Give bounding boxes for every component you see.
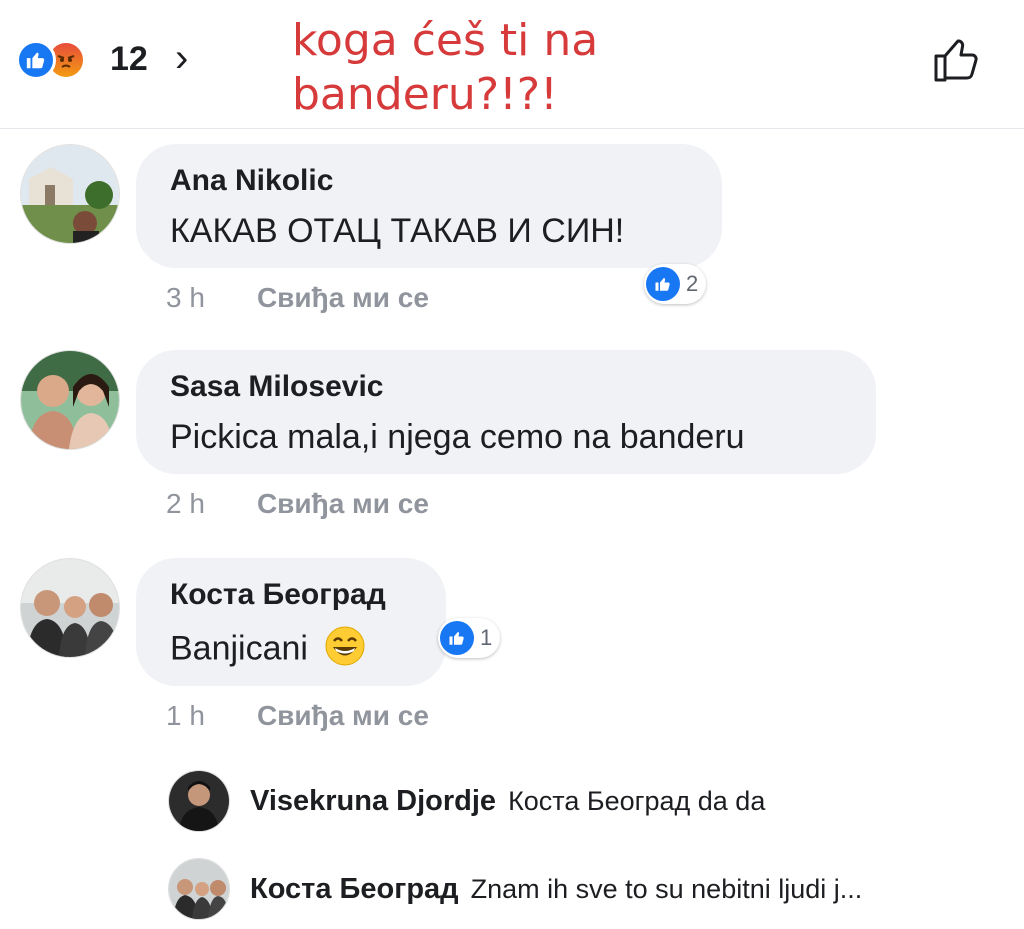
reaction-summary[interactable] bbox=[16, 38, 86, 82]
caption-overlay: koga ćeš ti na banderu?!?! bbox=[292, 15, 599, 120]
comment-author[interactable]: Sasa Milosevic bbox=[170, 370, 383, 404]
chevron-right-icon[interactable]: › bbox=[175, 36, 188, 81]
grinning-emoji-icon bbox=[325, 626, 365, 675]
comment-text: Banjicani bbox=[170, 626, 365, 675]
reply-text: Znam ih sve to su nebitni ljudi j... bbox=[470, 873, 863, 904]
like-link[interactable]: Свиђа ми се bbox=[257, 488, 429, 519]
like-reaction-icon bbox=[440, 621, 474, 655]
avatar[interactable] bbox=[20, 144, 120, 244]
reply-text: Коста Београд da da bbox=[508, 785, 766, 816]
reaction-count: 1 bbox=[480, 625, 493, 650]
comment-meta: 1 h Свиђа ми се bbox=[166, 700, 429, 732]
comment-text: Pickica mala,i njega cemo na banderu bbox=[170, 418, 745, 456]
comment-time[interactable]: 1 h bbox=[166, 700, 205, 731]
comment-time[interactable]: 3 h bbox=[166, 282, 205, 313]
comment-author[interactable]: Коста Београд bbox=[170, 578, 386, 612]
avatar[interactable] bbox=[20, 558, 120, 658]
like-link[interactable]: Свиђа ми се bbox=[257, 282, 429, 313]
avatar[interactable] bbox=[168, 858, 230, 920]
avatar[interactable] bbox=[168, 770, 230, 832]
like-thumb-icon[interactable] bbox=[930, 34, 982, 86]
comment-reactions[interactable]: 2 bbox=[644, 264, 707, 304]
comment-reactions[interactable]: 1 bbox=[438, 618, 501, 658]
reply-item[interactable]: Коста Београд Znam ih sve to su nebitni … bbox=[168, 858, 862, 920]
comment-meta: 3 h Свиђа ми се bbox=[166, 282, 429, 314]
avatar[interactable] bbox=[20, 350, 120, 450]
comment-time[interactable]: 2 h bbox=[166, 488, 205, 519]
like-link[interactable]: Свиђа ми се bbox=[257, 700, 429, 731]
comment-author[interactable]: Ana Nikolic bbox=[170, 164, 333, 198]
reaction-count[interactable]: 12 bbox=[110, 40, 148, 79]
comment-text-body: Banjicani bbox=[170, 629, 308, 668]
reply-author[interactable]: Visekruna Djordje bbox=[250, 785, 496, 818]
like-reaction-icon bbox=[646, 267, 680, 301]
comment-bubble: Ana Nikolic КАКАВ ОТАЦ ТАКАВ И СИН! bbox=[136, 144, 722, 268]
comment-text: КАКАВ ОТАЦ ТАКАВ И СИН! bbox=[170, 212, 625, 250]
reaction-count: 2 bbox=[686, 271, 699, 296]
comment-meta: 2 h Свиђа ми се bbox=[166, 488, 429, 520]
reply-author[interactable]: Коста Београд bbox=[250, 873, 459, 906]
comment-bubble: Sasa Milosevic Pickica mala,i njega cemo… bbox=[136, 350, 876, 474]
reply-item[interactable]: Visekruna Djordje Коста Београд da da bbox=[168, 770, 765, 832]
like-reaction-icon bbox=[16, 40, 56, 80]
post-reaction-header: 12 › koga ćeš ti na banderu?!?! bbox=[0, 0, 1024, 129]
comment-bubble: Коста Београд Banjicani bbox=[136, 558, 446, 686]
